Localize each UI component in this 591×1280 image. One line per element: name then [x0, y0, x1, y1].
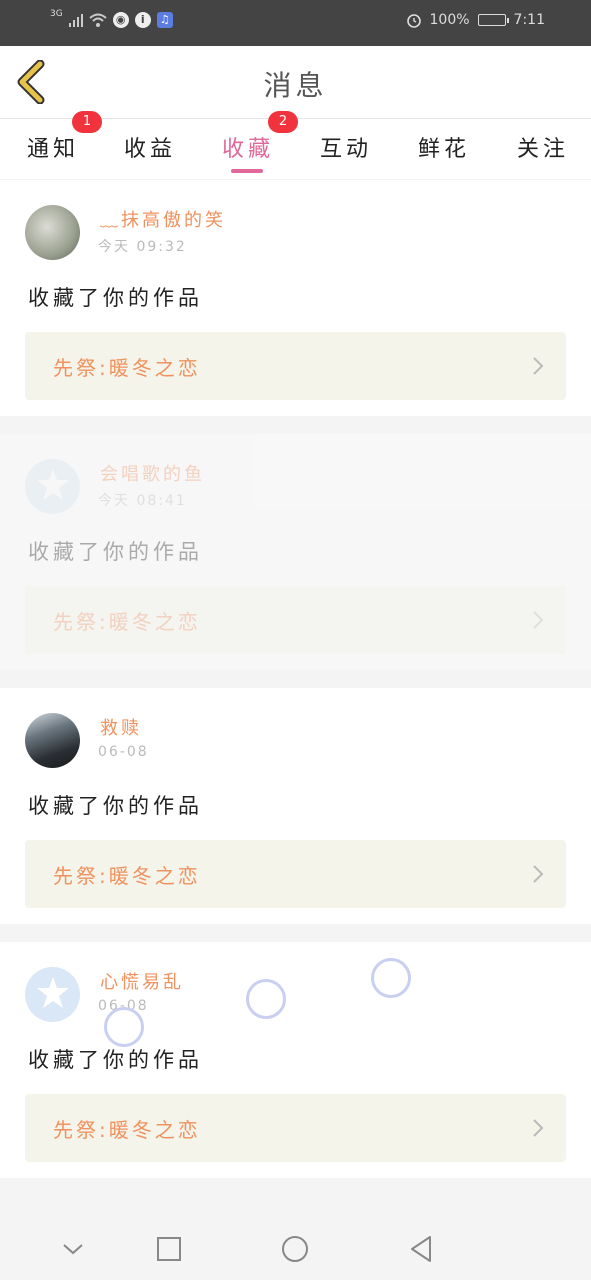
message-text: 收藏了你的作品: [28, 286, 203, 310]
page-title: 消息: [263, 69, 328, 102]
tab-flowers[interactable]: 鲜花: [418, 131, 470, 163]
work-title: 先祭:暖冬之恋: [53, 356, 201, 380]
avatar[interactable]: [25, 967, 80, 1022]
message-card: 会唱歌的鱼 今天 08:41 收藏了你的作品 先祭:暖冬之恋: [0, 434, 591, 670]
chevron-right-icon: [533, 1119, 544, 1137]
tab-interactions[interactable]: 互动: [320, 131, 372, 163]
chevron-right-icon: [533, 865, 544, 883]
work-link[interactable]: 先祭:暖冬之恋: [25, 1094, 566, 1162]
avatar[interactable]: [25, 459, 80, 514]
tab-earnings[interactable]: 收益: [124, 131, 176, 163]
square-icon[interactable]: [154, 1234, 184, 1264]
avatar[interactable]: [25, 713, 80, 768]
work-title: 先祭:暖冬之恋: [53, 864, 201, 888]
battery-percent: 100%: [429, 12, 470, 28]
message-card: 救赎 06-08 收藏了你的作品 先祭:暖冬之恋: [0, 688, 591, 924]
work-title: 先祭:暖冬之恋: [53, 1118, 201, 1142]
avatar[interactable]: [25, 205, 80, 260]
work-title: 先祭:暖冬之恋: [53, 610, 201, 634]
status-bar: 3G ◉ i ♫ 100% 7:11: [0, 0, 591, 46]
chevron-right-icon: [533, 357, 544, 375]
battery-icon: [477, 14, 509, 26]
default-avatar-icon: [37, 469, 69, 500]
wifi-icon: [89, 13, 107, 27]
chevron-down-icon[interactable]: [58, 1234, 88, 1264]
message-text: 收藏了你的作品: [28, 540, 203, 564]
message-text: 收藏了你的作品: [28, 1048, 203, 1072]
system-nav-bar: [0, 1216, 591, 1280]
tab-notifications[interactable]: 通知: [27, 131, 79, 163]
message-user[interactable]: 救赎: [100, 714, 142, 740]
work-link[interactable]: 先祭:暖冬之恋: [25, 586, 566, 654]
message-time: 06-08: [98, 744, 149, 760]
tab-follows[interactable]: 关注: [517, 131, 569, 163]
message-time: 今天 08:41: [98, 493, 187, 509]
favorites-badge: 2: [268, 111, 298, 133]
message-card: ﹏抹高傲的笑 今天 09:32 收藏了你的作品 先祭:暖冬之恋: [0, 180, 591, 416]
touch-indicator: [371, 958, 411, 998]
signal-icon: [68, 13, 83, 27]
message-user[interactable]: 心慌易乱: [100, 968, 184, 994]
message-text: 收藏了你的作品: [28, 794, 203, 818]
music-icon: ♫: [156, 12, 173, 28]
clock: 7:11: [513, 12, 545, 28]
chevron-right-icon: [533, 611, 544, 629]
notifications-badge: 1: [72, 111, 102, 133]
tab-favorites[interactable]: 收藏: [222, 131, 274, 163]
active-tab-indicator: [231, 169, 263, 173]
circle-icon[interactable]: [280, 1234, 310, 1264]
message-user[interactable]: 会唱歌的鱼: [100, 460, 205, 486]
status-left: 3G ◉ i ♫: [50, 9, 173, 28]
info-icon: i: [134, 12, 151, 28]
work-link[interactable]: 先祭:暖冬之恋: [25, 840, 566, 908]
touch-indicator: [246, 979, 286, 1019]
touch-indicator: [104, 1007, 144, 1047]
message-user[interactable]: ﹏抹高傲的笑: [100, 206, 226, 232]
status-right: 100% 7:11: [406, 12, 545, 28]
work-link[interactable]: 先祭:暖冬之恋: [25, 332, 566, 400]
globe-icon: ◉: [112, 12, 129, 28]
message-card: 心慌易乱 06-08 收藏了你的作品 先祭:暖冬之恋: [0, 942, 591, 1178]
network-type: 3G: [50, 9, 63, 19]
alarm-icon: [406, 14, 421, 28]
header: 消息: [0, 46, 591, 119]
default-avatar-icon: [37, 977, 69, 1008]
triangle-back-icon[interactable]: [406, 1234, 436, 1264]
message-time: 今天 09:32: [98, 239, 187, 255]
